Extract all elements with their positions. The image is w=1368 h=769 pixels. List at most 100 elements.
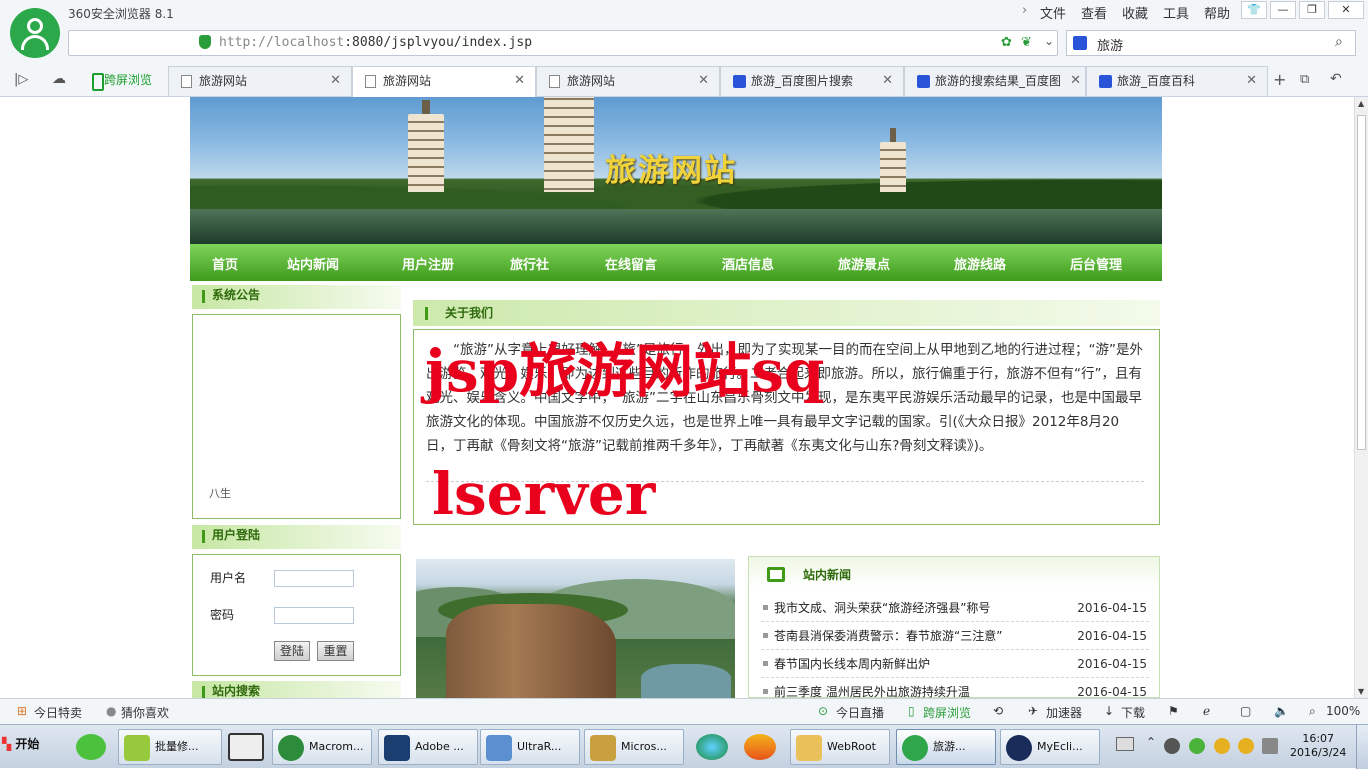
tray-expand-icon[interactable]: ⌃ bbox=[1146, 735, 1156, 749]
tab-close-icon[interactable]: ✕ bbox=[882, 67, 893, 95]
news-item[interactable]: 我市文成、洞头荣获“旅游经济强县”称号 2016-04-15 bbox=[761, 594, 1149, 622]
user-avatar-icon[interactable] bbox=[10, 8, 60, 58]
tab-close-icon[interactable]: ✕ bbox=[698, 67, 709, 95]
menu-view[interactable]: 查看 bbox=[1081, 3, 1107, 22]
news-item[interactable]: 春节国内长线本周内新鲜出炉 2016-04-15 bbox=[761, 650, 1149, 678]
system-clock[interactable]: 16:07 2016/3/24 bbox=[1290, 732, 1346, 760]
tab-baidu-search-results[interactable]: 旅游的搜索结果_百度图 ✕ bbox=[904, 66, 1086, 96]
window-icon[interactable]: ▢ bbox=[1240, 704, 1251, 718]
clean-icon[interactable]: ⟲ bbox=[993, 704, 1003, 718]
tab-close-icon[interactable]: ✕ bbox=[514, 67, 525, 95]
volume-icon[interactable]: 🔈 bbox=[1274, 704, 1289, 718]
flag-icon[interactable]: ⚑ bbox=[1168, 704, 1179, 718]
tab-close-icon[interactable]: ✕ bbox=[330, 67, 341, 95]
undo-close-icon[interactable]: ↶ bbox=[1330, 71, 1342, 87]
nav-hotels[interactable]: 酒店信息 bbox=[722, 254, 774, 273]
show-desktop-button[interactable] bbox=[1356, 725, 1368, 769]
task-microsoft[interactable]: Micros... bbox=[584, 729, 684, 765]
news-panel: 站内新闻 我市文成、洞头荣获“旅游经济强县”称号 2016-04-15 苍南县消保… bbox=[748, 556, 1160, 698]
menu-favorites[interactable]: 收藏 bbox=[1122, 3, 1148, 22]
search-box[interactable]: 旅游 ⌕ bbox=[1066, 30, 1356, 56]
speed-icon[interactable]: ✿ bbox=[1001, 35, 1012, 50]
minimize-button[interactable]: — bbox=[1270, 1, 1296, 19]
database-icon[interactable] bbox=[744, 734, 776, 760]
accelerator-link[interactable]: 加速器 bbox=[1046, 704, 1082, 721]
tab-baidu-baike[interactable]: 旅游_百度百科 ✕ bbox=[1086, 66, 1268, 96]
notice-text: 八生 bbox=[209, 487, 231, 500]
leaf-icon[interactable]: ❦ bbox=[1021, 35, 1032, 50]
tray-app-icon[interactable] bbox=[1164, 738, 1180, 754]
screen-recorder-icon[interactable] bbox=[228, 733, 264, 761]
ie-icon[interactable]: ℯ bbox=[1203, 704, 1210, 718]
news-icon bbox=[767, 567, 785, 582]
task-webroot[interactable]: WebRoot bbox=[790, 729, 890, 765]
scrollbar-thumb[interactable] bbox=[1357, 115, 1366, 450]
task-ultraedit[interactable]: UltraR... bbox=[480, 729, 580, 765]
page-icon bbox=[365, 75, 376, 88]
nav-admin[interactable]: 后台管理 bbox=[1070, 254, 1122, 273]
chevron-right-icon[interactable]: › bbox=[1022, 3, 1027, 18]
tab-baidu-images[interactable]: 旅游_百度图片搜索 ✕ bbox=[720, 66, 904, 96]
username-label: 用户名 bbox=[210, 571, 247, 585]
cloud-icon[interactable]: ☁ bbox=[52, 71, 66, 87]
password-input[interactable] bbox=[274, 607, 354, 624]
site-search-heading: 站内搜索 bbox=[192, 681, 401, 698]
search-icon[interactable]: ⌕ bbox=[1335, 34, 1343, 50]
nav-home[interactable]: 首页 bbox=[212, 254, 238, 273]
close-window-button[interactable]: ✕ bbox=[1328, 1, 1364, 19]
task-travel-browser[interactable]: 旅游... bbox=[896, 729, 996, 765]
tab-travel-2[interactable]: 旅游网站 ✕ bbox=[352, 66, 536, 97]
cross-screen-link[interactable]: 跨屏浏览 bbox=[923, 704, 971, 721]
scenic-photo bbox=[416, 559, 735, 698]
username-input[interactable] bbox=[274, 570, 354, 587]
nav-routes[interactable]: 旅游线路 bbox=[954, 254, 1006, 273]
nav-register[interactable]: 用户注册 bbox=[402, 254, 454, 273]
menu-help[interactable]: 帮助 bbox=[1204, 3, 1230, 22]
tray-qq-icon[interactable] bbox=[1238, 738, 1254, 754]
menu-tools[interactable]: 工具 bbox=[1163, 3, 1189, 22]
news-item[interactable]: 苍南县消保委消费警示：春节旅游“三注意” 2016-04-15 bbox=[761, 622, 1149, 650]
dropdown-chevron-icon[interactable]: ⌄ bbox=[1044, 34, 1054, 48]
new-tab-icon[interactable]: + bbox=[1273, 70, 1286, 89]
vertical-scrollbar[interactable]: ▲ ▼ bbox=[1354, 97, 1368, 698]
phone-icon: ▯ bbox=[908, 704, 915, 718]
browser-globe-icon[interactable] bbox=[696, 734, 728, 760]
notice-box: 八生 bbox=[192, 314, 401, 519]
skin-icon[interactable]: 👕 bbox=[1241, 1, 1267, 19]
search-input[interactable]: 旅游 bbox=[1097, 35, 1123, 54]
live-today-link[interactable]: 今日直播 bbox=[836, 704, 884, 721]
tab-close-icon[interactable]: ✕ bbox=[1070, 67, 1081, 95]
task-adobe-photoshop[interactable]: Adobe ... bbox=[378, 729, 478, 765]
wechat-icon[interactable] bbox=[76, 734, 106, 760]
tray-360-icon[interactable] bbox=[1189, 738, 1205, 754]
cross-screen-tab[interactable]: 跨屏浏览 bbox=[88, 66, 164, 96]
reset-button[interactable]: 重置 bbox=[317, 641, 354, 661]
shield-icon bbox=[199, 35, 211, 49]
tray-qq-icon[interactable] bbox=[1214, 738, 1230, 754]
zoom-level[interactable]: 100% bbox=[1326, 704, 1360, 718]
download-link[interactable]: 下载 bbox=[1121, 704, 1145, 721]
tab-list-icon[interactable]: ⧉ bbox=[1300, 72, 1309, 87]
login-button[interactable]: 登陆 bbox=[274, 641, 310, 661]
daily-deals-link[interactable]: 今日特卖 bbox=[34, 704, 82, 721]
nav-travel-agency[interactable]: 旅行社 bbox=[510, 254, 549, 273]
tab-travel-1[interactable]: 旅游网站 ✕ bbox=[168, 66, 352, 96]
tab-travel-3[interactable]: 旅游网站 ✕ bbox=[536, 66, 720, 96]
start-button[interactable]: ▚ 开始 bbox=[2, 735, 39, 752]
nav-attractions[interactable]: 旅游景点 bbox=[838, 254, 890, 273]
task-batch-edit[interactable]: 批量修... bbox=[118, 729, 222, 765]
menu-file[interactable]: 文件 bbox=[1040, 3, 1066, 22]
news-item[interactable]: 前三季度 温州居民外出旅游持续升温 2016-04-15 bbox=[761, 678, 1149, 698]
sidebar-toggle-icon[interactable]: |▷ bbox=[14, 72, 28, 87]
nav-news[interactable]: 站内新闻 bbox=[287, 254, 339, 273]
tray-volume-icon[interactable] bbox=[1262, 738, 1278, 754]
tab-close-icon[interactable]: ✕ bbox=[1246, 67, 1257, 95]
task-myeclipse[interactable]: MyEcli... bbox=[1000, 729, 1100, 765]
guess-you-like-link[interactable]: 猜你喜欢 bbox=[121, 704, 169, 721]
address-bar[interactable]: http://localhost:8080/jsplvyou/index.jsp… bbox=[68, 30, 1058, 56]
status-bar: ⊞ 今日特卖 ● 猜你喜欢 ⊙ 今日直播 ▯ 跨屏浏览 ⟲ ✈ 加速器 ↓ 下载… bbox=[0, 698, 1368, 724]
nav-guestbook[interactable]: 在线留言 bbox=[605, 254, 657, 273]
keyboard-icon[interactable] bbox=[1116, 737, 1134, 751]
restore-button[interactable]: ❐ bbox=[1299, 1, 1325, 19]
task-macromedia[interactable]: Macrom... bbox=[272, 729, 372, 765]
